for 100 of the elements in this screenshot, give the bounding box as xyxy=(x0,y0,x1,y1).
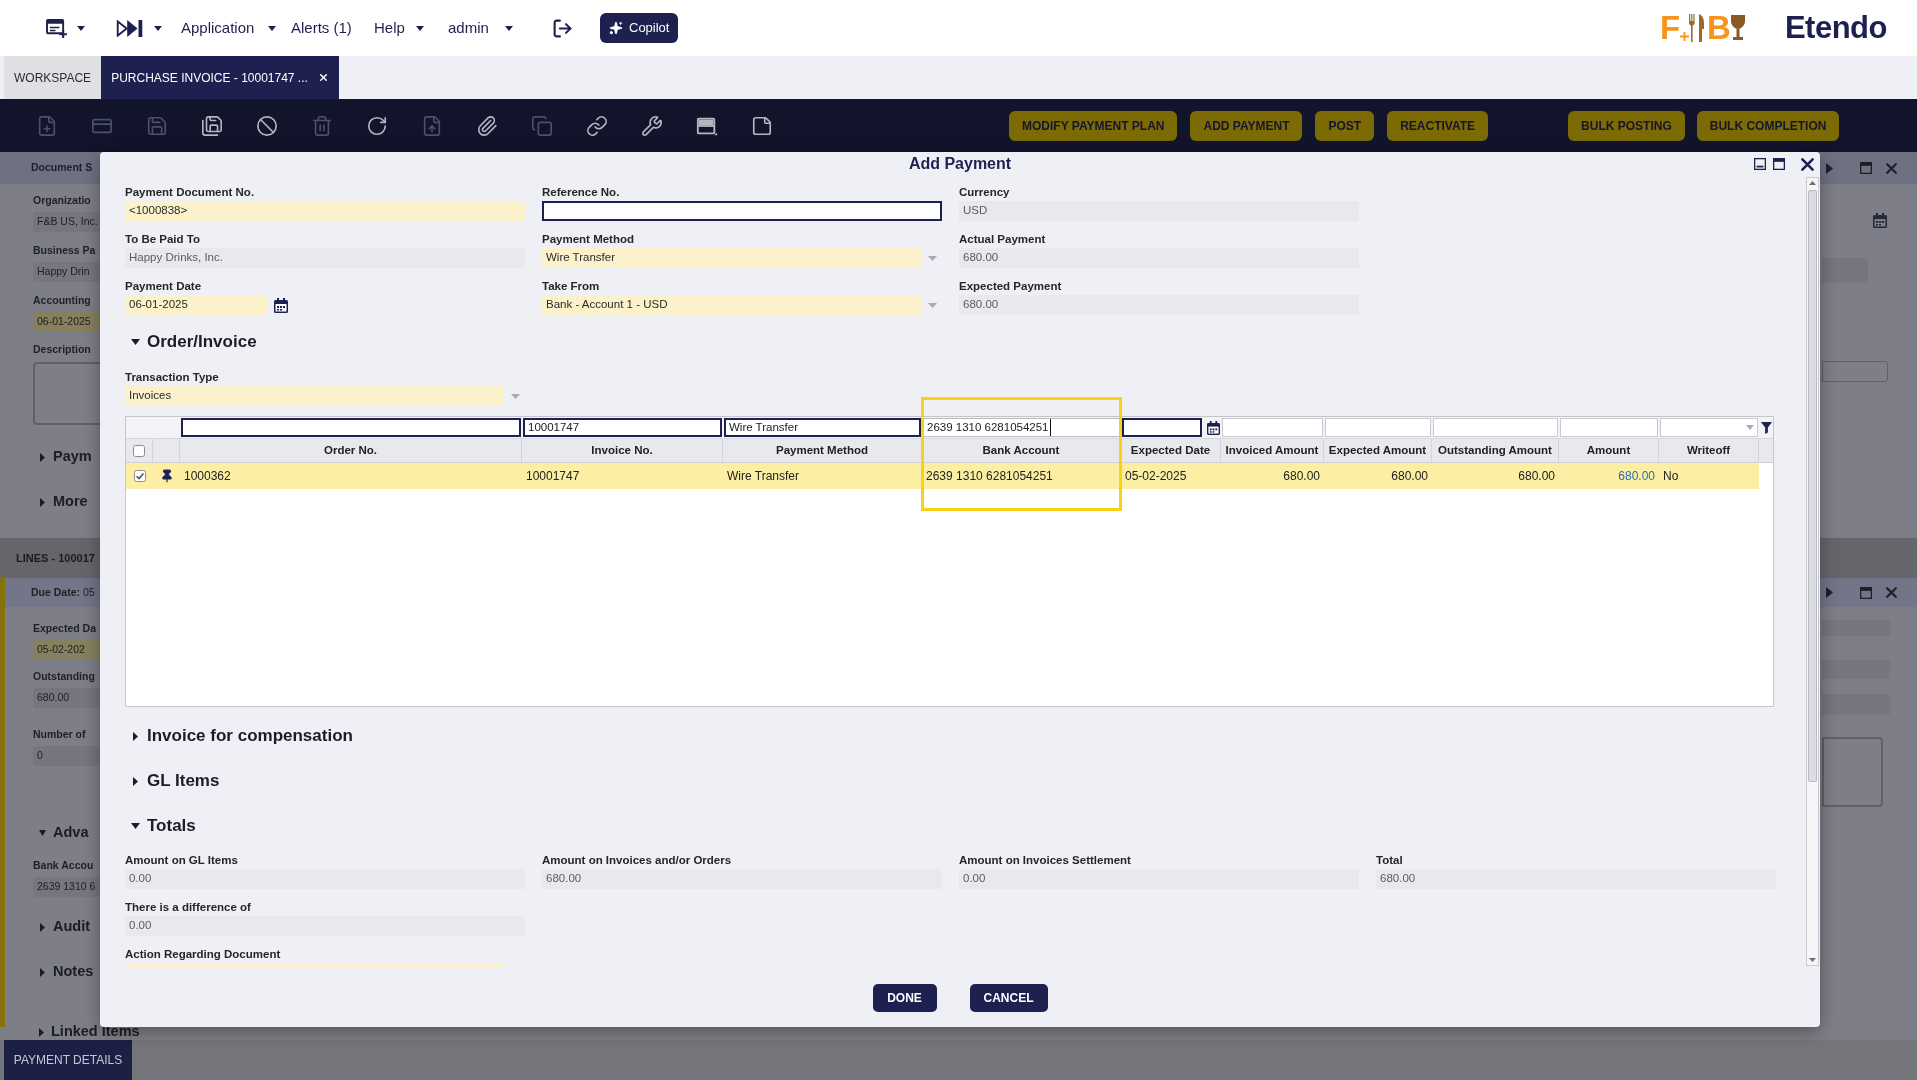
scrollbar-thumb[interactable] xyxy=(1808,190,1817,782)
table-row[interactable]: 1000362 10001747 Wire Transfer 2639 1310 6281054251 05-02-2025 680.00 680.00 680.00 680.00 No xyxy=(126,463,1759,489)
minimize-icon[interactable] xyxy=(1754,158,1766,170)
text-field[interactable]: Happy Drinks, Inc. xyxy=(125,248,525,268)
section-title[interactable]: Invoice for compensation xyxy=(147,723,353,749)
brand-name: Etendo xyxy=(1784,12,1887,44)
text-field[interactable]: 680.00 xyxy=(959,295,1359,315)
filter-field[interactable] xyxy=(1122,418,1202,437)
close-icon[interactable] xyxy=(1801,157,1814,171)
text-field[interactable]: 05-02-202 xyxy=(33,640,100,660)
refresh-icon[interactable] xyxy=(366,114,388,137)
caret-right-icon[interactable] xyxy=(1826,162,1833,174)
filter-icon[interactable] xyxy=(1760,421,1772,434)
list-plus-icon[interactable] xyxy=(46,18,67,38)
logout-icon[interactable] xyxy=(552,17,573,39)
checkbox[interactable] xyxy=(133,444,145,457)
wrench-icon[interactable] xyxy=(641,114,663,137)
close-icon[interactable] xyxy=(317,72,329,83)
text-field[interactable]: 0.00 xyxy=(125,916,525,936)
field-label: Amount on Invoices Settlement xyxy=(959,853,1132,867)
scrollbar[interactable] xyxy=(1806,177,1819,966)
section-title[interactable]: Notes xyxy=(53,961,94,983)
filter-field[interactable] xyxy=(181,418,521,437)
scroll-up-icon[interactable] xyxy=(1809,181,1816,185)
section-title[interactable]: Totals xyxy=(147,813,196,839)
note-icon[interactable] xyxy=(751,114,773,137)
dropdown-caret-icon[interactable] xyxy=(511,393,520,399)
text-field[interactable]: 680.00 xyxy=(1376,869,1776,889)
section-title[interactable]: More xyxy=(53,491,88,513)
skip-forward-icon[interactable] xyxy=(116,19,144,37)
section-title[interactable]: Order/Invoice xyxy=(147,329,257,355)
filter-field[interactable]: 10001747 xyxy=(523,418,722,437)
caret-down-icon[interactable] xyxy=(154,25,162,31)
dialog-button[interactable]: CANCEL xyxy=(969,984,1048,1012)
section-title[interactable]: Adva xyxy=(53,822,89,844)
tab[interactable]: WORKSPACE xyxy=(4,56,102,99)
filter-field[interactable]: Wire Transfer xyxy=(724,418,921,437)
field-label: Expected Payment xyxy=(959,279,1063,293)
filter-field[interactable]: 2639 1310 6281054251 xyxy=(923,418,1120,437)
column-header[interactable]: Invoice No. xyxy=(522,439,723,462)
link-icon[interactable] xyxy=(586,114,608,137)
text-field[interactable]: 680.00 xyxy=(33,688,100,708)
caret-down-icon[interactable] xyxy=(77,25,85,31)
sparkle-icon xyxy=(609,21,623,35)
tab[interactable]: PURCHASE INVOICE - 10001747 ... xyxy=(101,56,339,99)
text-field[interactable]: 680.00 xyxy=(959,248,1359,268)
menu-button[interactable]: admin xyxy=(448,16,513,40)
checkbox[interactable] xyxy=(133,470,146,482)
text-field[interactable]: USD xyxy=(959,201,1359,221)
column-header[interactable]: Order No. xyxy=(180,439,522,462)
text-field[interactable]: 680.00 xyxy=(542,869,942,889)
column-header[interactable]: Expected Date xyxy=(1121,439,1221,462)
text-field[interactable] xyxy=(1822,258,1868,283)
text-field[interactable]: 2639 1310 6 xyxy=(33,877,100,897)
scroll-down-icon[interactable] xyxy=(1809,958,1816,962)
section-title[interactable]: GL Items xyxy=(147,768,220,794)
text-field[interactable] xyxy=(1822,694,1890,715)
column-header[interactable]: Invoiced Amount xyxy=(1221,439,1324,462)
menu-button[interactable]: Alerts (1) xyxy=(291,16,353,40)
calendar-icon[interactable] xyxy=(1207,420,1220,435)
text-field[interactable]: F&B US, Inc. xyxy=(33,212,100,232)
date-field[interactable]: 06-01-2025 xyxy=(125,295,268,315)
text-field[interactable]: 0 xyxy=(33,746,100,766)
text-field[interactable] xyxy=(542,201,942,221)
calendar-icon[interactable] xyxy=(274,297,288,313)
dialog-button[interactable]: DONE xyxy=(872,984,937,1012)
tab[interactable]: PAYMENT DETAILS xyxy=(4,1040,132,1080)
column-header[interactable]: Amount xyxy=(1559,439,1659,462)
maximize-icon[interactable] xyxy=(1773,158,1785,170)
column-header[interactable]: Outstanding Amount xyxy=(1432,439,1559,462)
text-field[interactable] xyxy=(1822,361,1888,382)
text-field[interactable]: 06-01-2025 xyxy=(33,312,100,332)
text-field[interactable]: 0.00 xyxy=(959,869,1359,889)
dropdown-caret-icon[interactable] xyxy=(928,302,937,308)
select-field[interactable]: Invoices xyxy=(125,386,504,406)
select-field[interactable] xyxy=(125,963,504,968)
ban-icon[interactable] xyxy=(256,114,278,137)
assistant-button[interactable]: Copilot xyxy=(600,13,679,43)
column-header[interactable]: Writeoff xyxy=(1659,439,1759,462)
menu-button[interactable]: Application xyxy=(181,16,276,40)
text-field[interactable] xyxy=(1822,660,1890,679)
select-field[interactable]: Wire Transfer xyxy=(542,248,921,268)
save-all-icon[interactable] xyxy=(201,114,223,137)
pin-icon[interactable] xyxy=(159,469,174,483)
section-title[interactable]: Paym xyxy=(53,446,92,468)
text-field[interactable]: 0.00 xyxy=(125,869,525,889)
text-field[interactable]: Happy Drin xyxy=(33,262,100,282)
text-field[interactable] xyxy=(1822,620,1890,636)
column-header[interactable]: Expected Amount xyxy=(1324,439,1432,462)
menu-button[interactable]: Help xyxy=(374,16,424,40)
select-field[interactable]: Bank - Account 1 - USD xyxy=(542,295,921,315)
text-field[interactable]: <1000838> xyxy=(125,201,525,221)
section-title[interactable]: Linked Items xyxy=(51,1021,140,1043)
column-header[interactable]: Bank Account xyxy=(922,439,1121,462)
caret-right-icon[interactable] xyxy=(1826,587,1833,598)
dropdown-caret-icon[interactable] xyxy=(928,255,937,261)
paperclip-icon[interactable] xyxy=(476,114,498,137)
column-header[interactable]: Payment Method xyxy=(723,439,922,462)
table-cell-text: 680.00 xyxy=(1517,468,1556,485)
section-title[interactable]: Audit xyxy=(53,916,91,938)
